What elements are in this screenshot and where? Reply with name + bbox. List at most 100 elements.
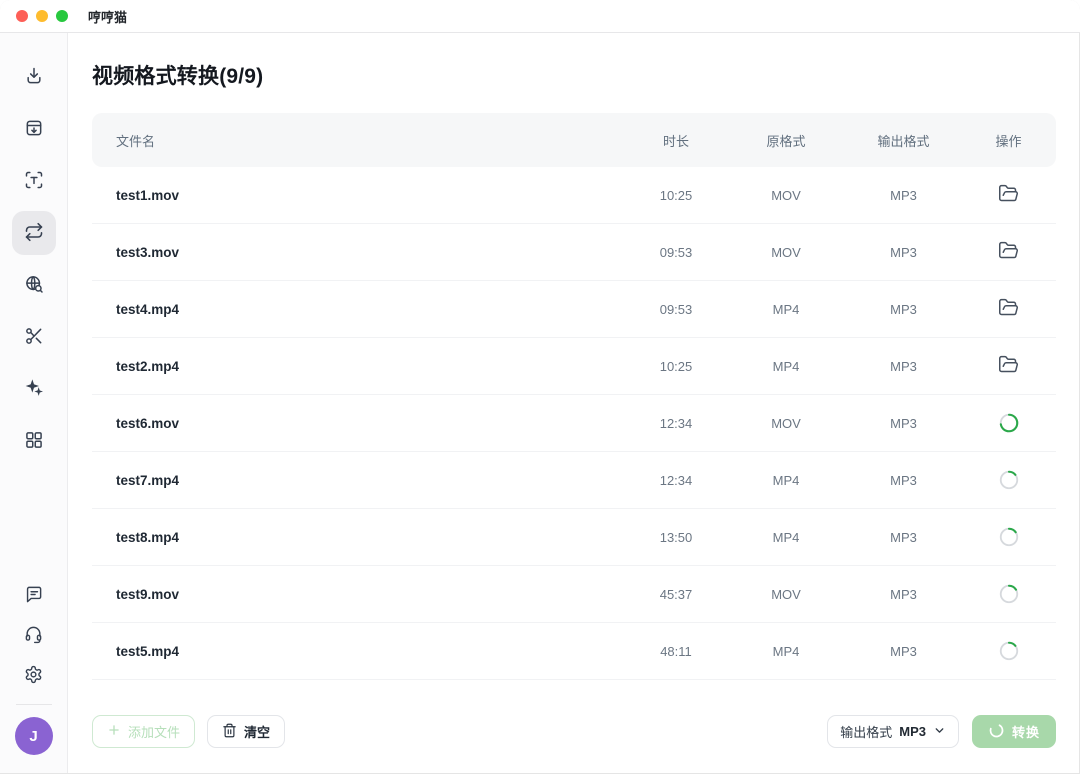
progress-ring [998, 469, 1020, 491]
sidebar-item-download[interactable] [12, 55, 56, 99]
file-name: test9.mov [92, 587, 626, 602]
header-duration: 时长 [626, 131, 726, 150]
file-name: test3.mov [92, 245, 626, 260]
sidebar-item-format-convert[interactable] [12, 211, 56, 255]
file-name: test7.mp4 [92, 473, 626, 488]
folder-open-icon [998, 240, 1019, 264]
file-source-format: MOV [726, 416, 846, 431]
sidebar-item-box-download[interactable] [12, 107, 56, 151]
table-row: test1.mov 10:25 MOV MP3 [92, 167, 1056, 224]
sidebar-item-support[interactable] [16, 618, 52, 654]
open-folder-button[interactable] [996, 181, 1021, 209]
output-format-value: MP3 [899, 724, 926, 739]
spinner-icon [988, 722, 1005, 742]
table-row: test9.mov 45:37 MOV MP3 [92, 566, 1056, 623]
conversion-table: 文件名 时长 原格式 输出格式 操作 test1.mov 10:25 MOV M… [92, 113, 1056, 680]
progress-ring [998, 526, 1020, 548]
file-source-format: MP4 [726, 302, 846, 317]
file-output-format: MP3 [846, 188, 961, 203]
file-name: test6.mov [92, 416, 626, 431]
zoom-window-button[interactable] [56, 10, 68, 22]
chevron-down-icon [933, 724, 946, 740]
sidebar: J [0, 33, 68, 773]
progress-ring [998, 412, 1020, 434]
grid-icon [24, 430, 44, 453]
traffic-lights [16, 10, 68, 22]
file-source-format: MOV [726, 188, 846, 203]
header-source-format: 原格式 [726, 131, 846, 150]
table-header: 文件名 时长 原格式 输出格式 操作 [92, 113, 1056, 167]
page-title: 视频格式转换(9/9) [92, 60, 1056, 90]
file-output-format: MP3 [846, 302, 961, 317]
convert-button[interactable]: 转换 [972, 715, 1056, 748]
headset-icon [24, 625, 43, 647]
file-duration: 13:50 [626, 530, 726, 545]
sidebar-item-clip[interactable] [12, 315, 56, 359]
file-name: test5.mp4 [92, 644, 626, 659]
sidebar-item-text-scan[interactable] [12, 159, 56, 203]
sidebar-item-feedback[interactable] [16, 578, 52, 614]
gear-icon [24, 665, 43, 687]
file-source-format: MOV [726, 587, 846, 602]
table-row: test8.mp4 13:50 MP4 MP3 [92, 509, 1056, 566]
open-folder-button[interactable] [996, 295, 1021, 323]
open-folder-button[interactable] [996, 238, 1021, 266]
file-duration: 10:25 [626, 188, 726, 203]
avatar[interactable]: J [15, 717, 53, 755]
sidebar-item-ai-tools[interactable] [12, 367, 56, 411]
open-folder-button[interactable] [996, 352, 1021, 380]
sidebar-item-apps[interactable] [12, 419, 56, 463]
file-output-format: MP3 [846, 245, 961, 260]
sidebar-item-settings[interactable] [16, 658, 52, 694]
file-duration: 09:53 [626, 245, 726, 260]
table-row: test2.mp4 10:25 MP4 MP3 [92, 338, 1056, 395]
file-duration: 45:37 [626, 587, 726, 602]
close-window-button[interactable] [16, 10, 28, 22]
sidebar-divider [16, 704, 52, 705]
add-files-button[interactable]: 添加文件 [92, 715, 195, 748]
file-duration: 12:34 [626, 416, 726, 431]
folder-open-icon [998, 297, 1019, 321]
window-title: 哼哼猫 [88, 7, 127, 26]
text-scan-icon [24, 170, 44, 193]
globe-search-icon [24, 274, 44, 297]
file-output-format: MP3 [846, 473, 961, 488]
file-source-format: MP4 [726, 644, 846, 659]
box-download-icon [24, 118, 44, 141]
clear-list-button[interactable]: 清空 [207, 715, 285, 748]
folder-open-icon [998, 183, 1019, 207]
folder-open-icon [998, 354, 1019, 378]
sidebar-item-web-search[interactable] [12, 263, 56, 307]
file-name: test8.mp4 [92, 530, 626, 545]
trash-icon [222, 723, 237, 741]
file-duration: 12:34 [626, 473, 726, 488]
file-name: test4.mp4 [92, 302, 626, 317]
plus-icon [107, 723, 121, 740]
output-format-select[interactable]: 输出格式 MP3 [827, 715, 959, 748]
file-source-format: MOV [726, 245, 846, 260]
file-output-format: MP3 [846, 416, 961, 431]
header-output-format: 输出格式 [846, 131, 961, 150]
message-icon [24, 585, 43, 607]
table-row: test3.mov 09:53 MOV MP3 [92, 224, 1056, 281]
file-name: test1.mov [92, 188, 626, 203]
download-icon [24, 66, 44, 89]
file-source-format: MP4 [726, 359, 846, 374]
table-row: test5.mp4 48:11 MP4 MP3 [92, 623, 1056, 680]
clear-list-label: 清空 [244, 722, 270, 741]
file-source-format: MP4 [726, 473, 846, 488]
file-source-format: MP4 [726, 530, 846, 545]
file-duration: 48:11 [626, 644, 726, 659]
file-duration: 09:53 [626, 302, 726, 317]
file-output-format: MP3 [846, 359, 961, 374]
convert-label: 转换 [1012, 722, 1040, 741]
footer-toolbar: 添加文件 清空 输出格式 MP3 转换 [92, 715, 1056, 748]
repeat-icon [24, 222, 44, 245]
titlebar: 哼哼猫 [0, 0, 1080, 33]
minimize-window-button[interactable] [36, 10, 48, 22]
scissors-icon [24, 326, 44, 349]
sparkles-icon [24, 378, 44, 401]
header-action: 操作 [961, 131, 1056, 150]
table-row: test4.mp4 09:53 MP4 MP3 [92, 281, 1056, 338]
file-duration: 10:25 [626, 359, 726, 374]
